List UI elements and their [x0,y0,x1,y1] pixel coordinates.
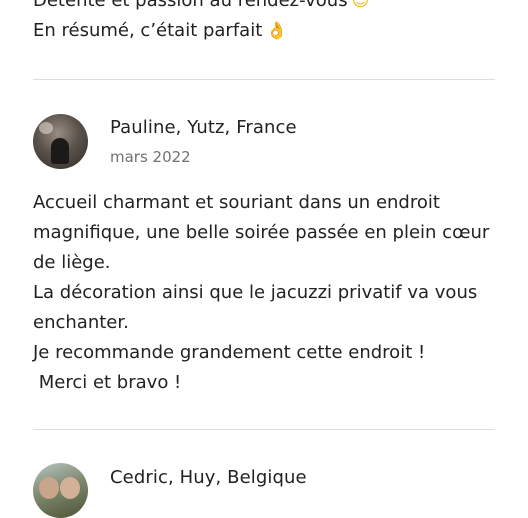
review-divider [33,79,495,80]
review-author-name: Pauline, Yutz, France [110,117,297,138]
previous-review-line-text: Détente et passion au rendez-vous [33,0,348,11]
review-date: mars 2022 [110,148,191,166]
review-line: magnifique, une belle soirée passée en p… [33,222,490,243]
review-line: Merci et bravo ! [33,372,182,393]
review-line: Accueil charmant et souriant dans un end… [33,192,440,213]
previous-review-line: En résumé, c’était parfait 👌 [33,16,513,46]
winking-face-emoji-icon: 😉 [351,0,370,11]
avatar[interactable] [33,114,88,169]
previous-review-line: Détente et passion au rendez-vous 😉 [33,0,513,16]
review-line: enchanter. [33,312,129,333]
review-divider [33,429,495,430]
previous-review-line-text: En résumé, c’était parfait [33,20,263,41]
previous-review-text: Détente et passion au rendez-vous 😉 En ré… [33,0,513,46]
review-line: Je recommande grandement cette endroit ! [33,342,426,363]
review-line: La décoration ainsi que le jacuzzi priva… [33,282,478,303]
review-text: Accueil charmant et souriant dans un end… [33,188,503,398]
review-author-name: Cedric, Huy, Belgique [110,467,307,488]
ok-hand-emoji-icon: 👌 [266,21,288,41]
avatar[interactable] [33,463,88,518]
review-line: de liège. [33,252,111,273]
